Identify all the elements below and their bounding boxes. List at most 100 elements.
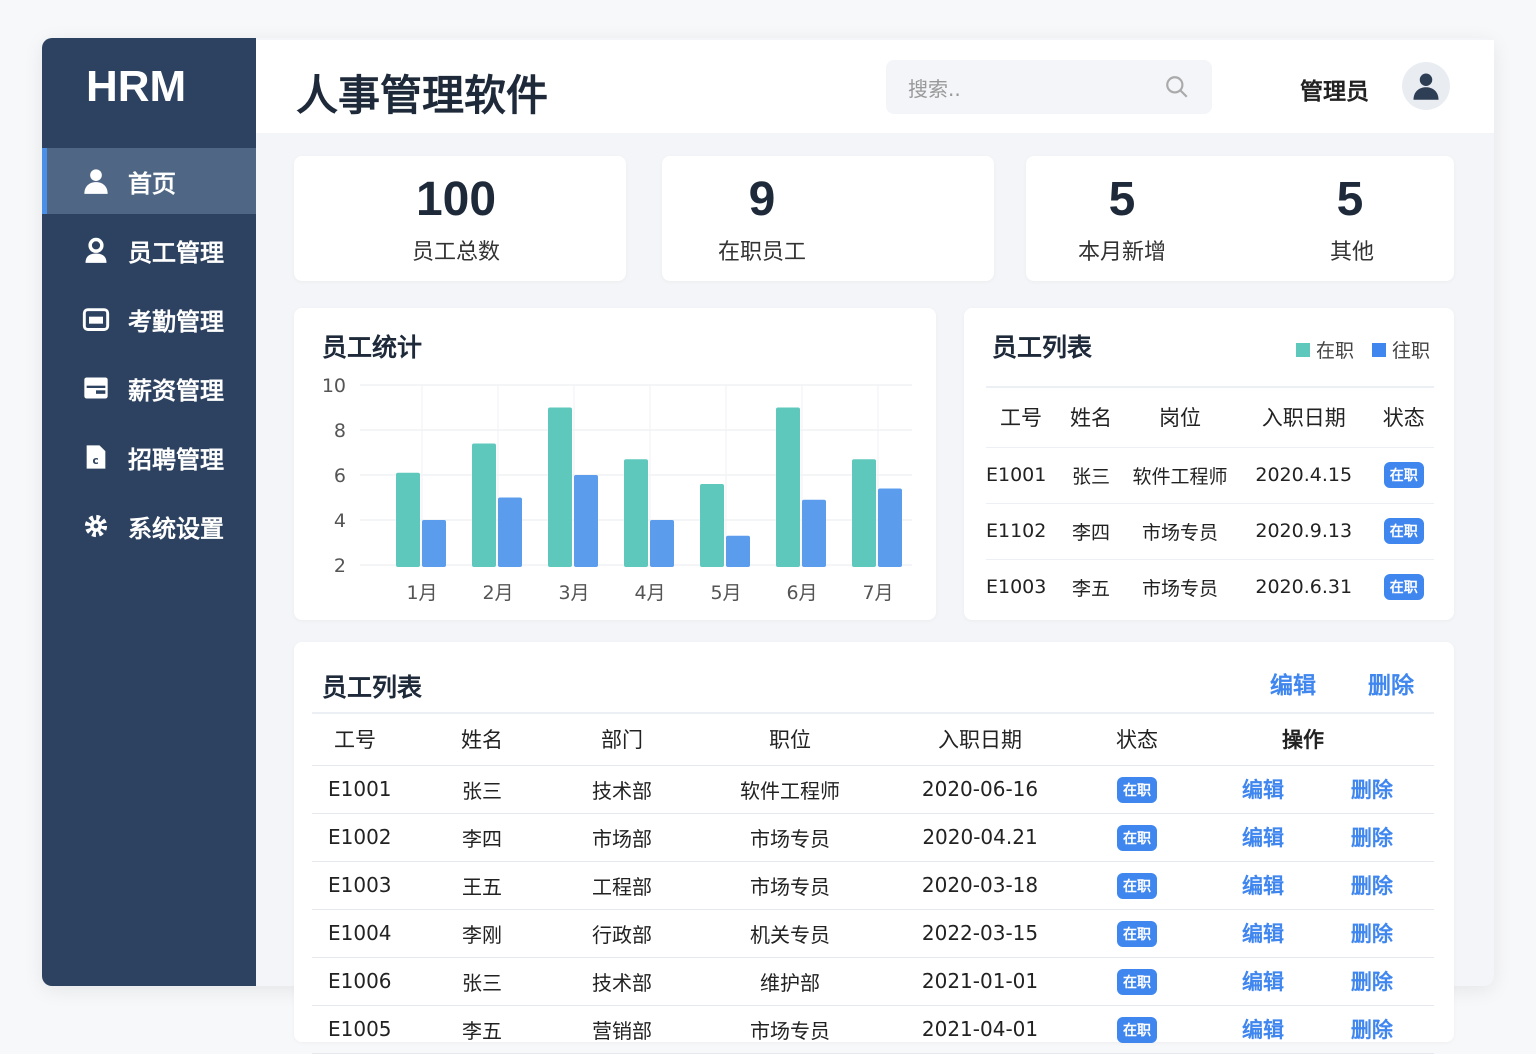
edit-link[interactable]: 编辑 (1242, 922, 1284, 946)
legend-swatch-left (1372, 342, 1387, 357)
status-badge: 在职 (1117, 824, 1157, 851)
table-row[interactable]: E1003 李五 市场专员 2020.6.31 在职 (986, 558, 1434, 615)
table-cell: 李五 (1056, 558, 1126, 615)
stat-card-total: 100 员工总数 (294, 156, 626, 281)
table-cell: 在职 (1062, 813, 1212, 862)
table-cell: 删除 (1340, 861, 1434, 910)
edit-link[interactable]: 编辑 (1242, 778, 1284, 802)
user-name[interactable]: 管理员 (1300, 72, 1369, 106)
table-row[interactable]: E1001 张三 技术部 软件工程师 2020-06-16 在职 编辑 删除 (312, 765, 1434, 814)
wallet-icon (84, 377, 108, 399)
app-window: HRM 首页 员工管理 考勤管理 薪资管理 c 招聘管理 系统设置 人事管理软件 … (42, 38, 1494, 1054)
table-cell: 张三 (402, 957, 562, 1006)
delete-link[interactable]: 删除 (1351, 1018, 1393, 1042)
bar-left-4 (650, 520, 674, 567)
edit-link[interactable]: 编辑 (1242, 826, 1284, 850)
table-cell: 2020.9.13 (1234, 502, 1374, 559)
table-cell: 编辑 (1212, 909, 1341, 958)
bar-active-7 (852, 459, 876, 567)
table-cell: 编辑 (1212, 861, 1341, 910)
sidebar-item-payroll[interactable]: 薪资管理 (42, 355, 256, 421)
edit-link[interactable]: 编辑 (1242, 1018, 1284, 1042)
column-header: 操作 (1212, 712, 1434, 766)
delete-link[interactable]: 删除 (1351, 922, 1393, 946)
table-cell: E1006 (312, 957, 402, 1006)
delete-link[interactable]: 删除 (1351, 826, 1393, 850)
bar-active-5 (700, 484, 724, 567)
table-cell: 工程部 (562, 861, 682, 910)
employee-list-small: 员工列表 在职 往职 工号 姓名 岗位 入职日期 状态 E1001 张三 软件工程师 2020… (964, 308, 1454, 620)
avatar[interactable] (1402, 62, 1450, 110)
sidebar-item-home[interactable]: 首页 (42, 148, 256, 214)
table-cell: 软件工程师 (1126, 446, 1234, 503)
edit-button[interactable]: 编辑 (1270, 666, 1316, 700)
table-row[interactable]: E1002 李四 市场部 市场专员 2020-04.21 在职 编辑 删除 (312, 813, 1434, 862)
section-title: 员工列表 (322, 673, 423, 702)
search-icon[interactable] (1164, 74, 1190, 100)
sidebar-item-attendance[interactable]: 考勤管理 (42, 286, 256, 352)
gear-icon (84, 514, 108, 538)
delete-link[interactable]: 删除 (1351, 874, 1393, 898)
delete-link[interactable]: 删除 (1351, 970, 1393, 994)
table-row[interactable]: E1001 张三 软件工程师 2020.4.15 在职 (986, 446, 1434, 503)
table-cell: 技术部 (562, 765, 682, 814)
table-cell: 编辑 (1212, 1005, 1341, 1054)
logo: HRM (86, 62, 187, 111)
stat-value: 9 (748, 173, 776, 226)
delete-link[interactable]: 删除 (1351, 778, 1393, 802)
sidebar-item-label: 首页 (128, 169, 176, 198)
table-cell: 2021-01-01 (898, 957, 1062, 1006)
table-cell: 在职 (1062, 861, 1212, 910)
table-row[interactable]: E1004 李刚 行政部 机关专员 2022-03-15 在职 编辑 删除 (312, 909, 1434, 958)
table-cell: 删除 (1340, 765, 1434, 814)
y-tick-label: 6 (334, 465, 346, 487)
column-header: 职位 (682, 712, 898, 766)
stat-card-new: 5 本月新增 5 其他 (1026, 156, 1454, 281)
table-row[interactable]: E1003 王五 工程部 市场专员 2020-03-18 在职 编辑 删除 (312, 861, 1434, 910)
bar-active-3 (548, 407, 572, 567)
y-tick-label: 4 (334, 510, 346, 532)
search-input[interactable]: 搜索.. (886, 60, 1212, 114)
chart-card: 员工统计 10 8 6 4 2 1月 2月 3月 4月 5月 6月 7月 (294, 308, 936, 620)
table-cell: 编辑 (1212, 957, 1341, 1006)
status-badge-cell: 在职 (1373, 558, 1434, 615)
table-cell: 删除 (1340, 957, 1434, 1006)
column-header: 姓名 (402, 712, 562, 766)
employee-table: 工号 姓名 部门 职位 入职日期 状态 操作 E1001 张三 技术部 软件工程师 20… (312, 712, 1434, 1054)
x-tick-label: 3月 (558, 582, 589, 604)
bar-left-1 (422, 520, 446, 567)
employee-table-small: 工号 姓名 岗位 入职日期 状态 E1001 张三 软件工程师 2020.4.15 在职 E110… (986, 386, 1434, 615)
status-badge: 在职 (1117, 776, 1157, 803)
status-badge: 在职 (1117, 920, 1157, 947)
table-cell: E1005 (312, 1005, 402, 1054)
table-cell: 2020.6.31 (1234, 558, 1374, 615)
sidebar-item-recruitment[interactable]: c 招聘管理 (42, 424, 256, 490)
x-tick-label: 1月 (406, 582, 437, 604)
bar-left-2 (498, 497, 522, 567)
bar-chart: 10 8 6 4 2 1月 2月 3月 4月 5月 6月 7月 (322, 375, 912, 604)
table-cell: 2021-04-01 (898, 1005, 1062, 1054)
edit-link[interactable]: 编辑 (1242, 970, 1284, 994)
table-cell: 删除 (1340, 909, 1434, 958)
table-cell: E1003 (312, 861, 402, 910)
table-row[interactable]: E1006 张三 技术部 维护部 2021-01-01 在职 编辑 删除 (312, 957, 1434, 1006)
table-header: 工号 姓名 岗位 入职日期 状态 (986, 387, 1434, 447)
status-badge-cell: 在职 (1373, 446, 1434, 503)
table-cell: E1004 (312, 909, 402, 958)
table-cell: E1001 (986, 446, 1056, 503)
stat-value: 5 (1108, 173, 1136, 226)
bar-active-6 (776, 407, 800, 567)
table-cell: 删除 (1340, 813, 1434, 862)
table-row[interactable]: E1102 李四 市场专员 2020.9.13 在职 (986, 502, 1434, 559)
sidebar-item-employees[interactable]: 员工管理 (42, 217, 256, 283)
delete-button[interactable]: 删除 (1368, 666, 1414, 700)
x-tick-label: 6月 (786, 582, 817, 604)
sidebar-item-settings[interactable]: 系统设置 (42, 493, 256, 559)
table-row[interactable]: E1005 李五 营销部 市场专员 2021-04-01 在职 编辑 删除 (312, 1005, 1434, 1054)
table-header: 工号 姓名 部门 职位 入职日期 状态 操作 (312, 712, 1434, 766)
table-cell: 维护部 (682, 957, 898, 1006)
chart-legend: 在职 往职 (1296, 336, 1430, 363)
status-badge: 在职 (1383, 574, 1424, 601)
edit-link[interactable]: 编辑 (1242, 874, 1284, 898)
document-icon: c (86, 445, 106, 469)
